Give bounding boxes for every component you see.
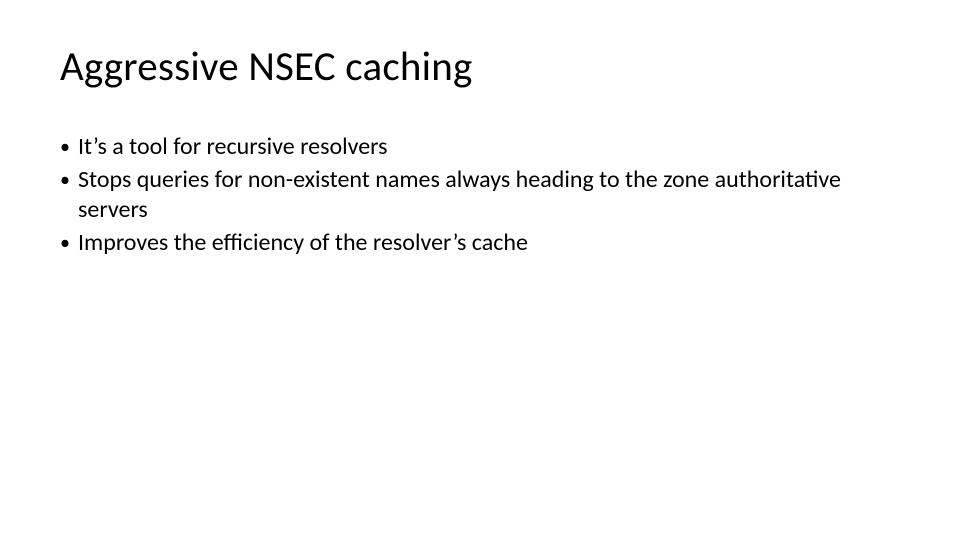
bullet-icon: • [60,228,78,258]
list-item: • Stops queries for non-existent names a… [60,165,900,226]
bullet-text: It’s a tool for recursive resolvers [78,132,900,163]
list-item: • Improves the efficiency of the resolve… [60,228,900,259]
bullet-icon: • [60,132,78,162]
slide-title: Aggressive NSEC caching [60,42,900,92]
slide: Aggressive NSEC caching • It’s a tool fo… [0,0,960,540]
bullet-text: Stops queries for non-existent names alw… [78,165,900,226]
bullet-text: Improves the efficiency of the resolver’… [78,228,900,259]
bullet-list: • It’s a tool for recursive resolvers • … [60,132,900,259]
bullet-icon: • [60,165,78,195]
list-item: • It’s a tool for recursive resolvers [60,132,900,163]
